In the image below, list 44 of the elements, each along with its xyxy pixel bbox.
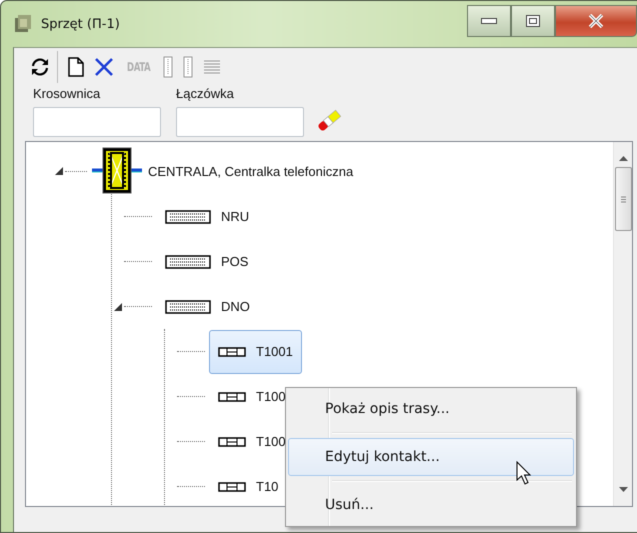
- contact-icon: [218, 346, 246, 356]
- scrollbar[interactable]: [613, 142, 632, 506]
- refresh-icon: [29, 57, 51, 77]
- input-field[interactable]: [33, 107, 161, 137]
- field-label: Krosownica: [33, 86, 102, 101]
- scrollbar-thumb[interactable]: [614, 167, 632, 231]
- grip-icon: [620, 196, 626, 202]
- tree-item[interactable]: POS: [156, 240, 258, 284]
- close-icon: [588, 14, 604, 28]
- close-button[interactable]: [555, 5, 637, 37]
- scroll-down-icon[interactable]: [618, 487, 628, 492]
- maximize-icon: [526, 15, 540, 27]
- scroll-up-icon[interactable]: [618, 156, 628, 161]
- tree-item[interactable]: DNO: [156, 284, 259, 328]
- strip-icon: [183, 56, 194, 78]
- tree-item[interactable]: T1001: [209, 330, 302, 374]
- strip-icon: [163, 56, 174, 78]
- input-field[interactable]: [176, 107, 304, 137]
- lines-icon: [203, 59, 222, 75]
- maximize-button[interactable]: [511, 5, 555, 37]
- menu-item[interactable]: Usuń...: [288, 486, 574, 524]
- terminal-block-icon: [165, 300, 211, 314]
- tree-item[interactable]: T10: [209, 464, 288, 506]
- minimize-button[interactable]: [467, 5, 511, 37]
- toolbar-button[interactable]: [94, 57, 114, 77]
- terminal-block-icon: [165, 254, 211, 268]
- field-label: Łączówka: [176, 86, 235, 101]
- app-icon: [13, 14, 33, 34]
- window-title: Sprzęt (П-1): [41, 16, 120, 32]
- contact-icon: [218, 436, 246, 446]
- contact-icon: [218, 482, 246, 492]
- collapse-icon[interactable]: [114, 302, 122, 310]
- delete-icon: [94, 57, 114, 77]
- toolbar-button[interactable]: [68, 57, 84, 77]
- tree-item[interactable]: NRU: [156, 194, 258, 238]
- tree-item[interactable]: CENTRALA, Centralka telefoniczna: [91, 149, 354, 193]
- minimize-icon: [481, 18, 497, 24]
- menu-item[interactable]: Edytuj kontakt...: [288, 438, 574, 476]
- contact-icon: [218, 392, 246, 402]
- switchboard-icon: [92, 147, 142, 195]
- terminal-block-icon: [165, 210, 211, 224]
- page-icon: [68, 57, 84, 77]
- toolbar-button[interactable]: [29, 57, 51, 77]
- collapse-icon[interactable]: [55, 167, 63, 175]
